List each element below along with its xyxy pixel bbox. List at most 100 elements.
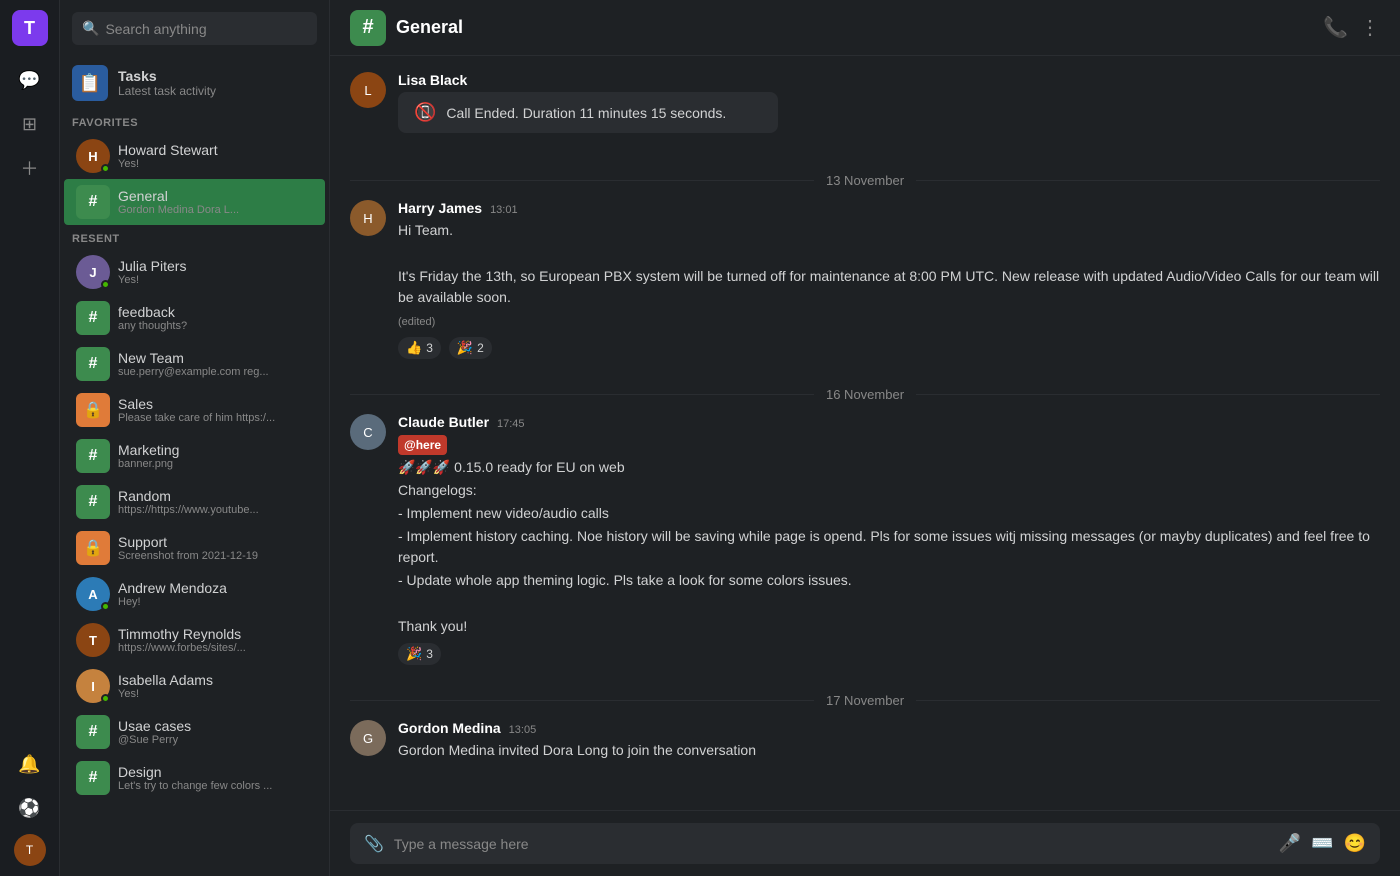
harry-avatar: H [350, 200, 386, 236]
timmothy-avatar: T [76, 623, 110, 657]
sidebar-item-marketing[interactable]: # Marketing banner.png [64, 433, 325, 479]
search-box: 🔍 [60, 0, 329, 57]
sidebar-item-random[interactable]: # Random https://https://www.youtube... [64, 479, 325, 525]
keyboard-icon[interactable]: ⌨️ [1311, 833, 1333, 854]
support-lock-icon: 🔒 [76, 531, 110, 565]
tasks-text: Tasks Latest task activity [118, 68, 216, 98]
tasks-item[interactable]: 📋 Tasks Latest task activity [60, 57, 329, 109]
date-line-left-3 [350, 700, 814, 701]
date-line-right [916, 180, 1380, 181]
gordon-time: 13:05 [509, 724, 537, 736]
sidebar-item-howard[interactable]: H Howard Stewart Yes! [64, 133, 325, 179]
isabella-text: Isabella Adams Yes! [118, 672, 213, 700]
claude-text: @here 🚀🚀🚀 0.15.0 ready for EU on web Cha… [398, 434, 1380, 637]
lisa-header: Lisa Black [398, 72, 1380, 88]
nav-chat-icon[interactable]: 💬 [12, 62, 48, 98]
search-input[interactable] [105, 21, 307, 37]
tasks-subtitle: Latest task activity [118, 84, 216, 98]
date-line-right-3 [916, 700, 1380, 701]
nav-plus-icon[interactable]: ＋ [12, 150, 48, 186]
party-reaction[interactable]: 🎉 2 [449, 337, 492, 359]
general-text: General Gordon Medina Dora L... [118, 188, 239, 216]
sidebar-item-newteam[interactable]: # New Team sue.perry@example.com reg... [64, 341, 325, 387]
channel-sidebar: 🔍 📋 Tasks Latest task activity FAVORITES… [60, 0, 330, 876]
sidebar-item-julia[interactable]: J Julia Piters Yes! [64, 249, 325, 295]
sidebar-item-usecases[interactable]: # Usae cases @Sue Perry [64, 709, 325, 755]
date-divider-16nov: 16 November [350, 387, 1380, 402]
sidebar-item-isabella[interactable]: I Isabella Adams Yes! [64, 663, 325, 709]
lisa-content: Lisa Black 📵 Call Ended. Duration 11 min… [398, 72, 1380, 145]
usecases-text: Usae cases @Sue Perry [118, 718, 191, 746]
harry-message-block: H Harry James 13:01 Hi Team. It's Friday… [350, 200, 1380, 359]
claude-time: 17:45 [497, 418, 525, 430]
sidebar-item-feedback[interactable]: # feedback any thoughts? [64, 295, 325, 341]
harry-reactions: 👍 3 🎉 2 [398, 337, 1380, 359]
message-input[interactable] [394, 836, 1269, 852]
claude-content: Claude Butler 17:45 @here 🚀🚀🚀 0.15.0 rea… [398, 414, 1380, 665]
tasks-icon: 📋 [72, 65, 108, 101]
party-emoji: 🎉 [457, 340, 473, 356]
date-divider-13nov: 13 November [350, 173, 1380, 188]
harry-header: Harry James 13:01 [398, 200, 1380, 216]
gordon-username: Gordon Medina [398, 720, 501, 736]
gordon-message-block: G Gordon Medina 13:05 Gordon Medina invi… [350, 720, 1380, 763]
random-text: Random https://https://www.youtube... [118, 488, 259, 516]
more-icon[interactable]: ⋮ [1360, 15, 1380, 40]
feedback-text: feedback any thoughts? [118, 304, 187, 332]
claude-username: Claude Butler [398, 414, 489, 430]
sidebar-item-support[interactable]: 🔒 Support Screenshot from 2021-12-19 [64, 525, 325, 571]
phone-icon[interactable]: 📞 [1323, 15, 1348, 40]
harry-time: 13:01 [490, 204, 518, 216]
emoji-icon[interactable]: 😊 [1344, 833, 1366, 854]
usecases-hash-icon: # [76, 715, 110, 749]
sidebar-item-design[interactable]: # Design Let's try to change few colors … [64, 755, 325, 801]
date-line-left-2 [350, 394, 814, 395]
search-input-wrap[interactable]: 🔍 [72, 12, 317, 45]
favorites-label: FAVORITES [60, 109, 329, 133]
claude-reactions: 🎉 3 [398, 643, 1380, 665]
harry-content: Harry James 13:01 Hi Team. It's Friday t… [398, 200, 1380, 359]
user-avatar-bottom[interactable]: T [14, 834, 46, 866]
claude-party-emoji: 🎉 [406, 646, 422, 662]
andrew-avatar: A [76, 577, 110, 611]
date-line-left [350, 180, 814, 181]
sidebar-item-timmothy[interactable]: T Timmothy Reynolds https://www.forbes/s… [64, 617, 325, 663]
chat-title: General [396, 17, 463, 38]
at-here-badge: @here [398, 435, 447, 455]
claude-party-reaction[interactable]: 🎉 3 [398, 643, 441, 665]
nav-bell-icon[interactable]: 🔔 [12, 746, 48, 782]
messages-area: L Lisa Black 📵 Call Ended. Duration 11 m… [330, 56, 1400, 810]
mic-icon[interactable]: 🎤 [1279, 833, 1301, 854]
newteam-hash-icon: # [76, 347, 110, 381]
gordon-content: Gordon Medina 13:05 Gordon Medina invite… [398, 720, 1380, 763]
date-divider-17nov: 17 November [350, 693, 1380, 708]
attach-icon[interactable]: 📎 [364, 834, 384, 854]
nav-soccer-icon[interactable]: ⚽ [12, 790, 48, 826]
logo-button[interactable]: T [12, 10, 48, 46]
recent-label: RESENT [60, 225, 329, 249]
search-icon: 🔍 [82, 20, 99, 37]
call-ended-box: 📵 Call Ended. Duration 11 minutes 15 sec… [398, 92, 778, 133]
nav-grid-icon[interactable]: ⊞ [12, 106, 48, 142]
support-text: Support Screenshot from 2021-12-19 [118, 534, 258, 562]
julia-text: Julia Piters Yes! [118, 258, 186, 286]
thumbs-up-reaction[interactable]: 👍 3 [398, 337, 441, 359]
party-count: 2 [477, 341, 484, 355]
date-label-13nov: 13 November [826, 173, 904, 188]
sidebar-item-andrew[interactable]: A Andrew Mendoza Hey! [64, 571, 325, 617]
marketing-text: Marketing banner.png [118, 442, 179, 470]
sales-lock-icon: 🔒 [76, 393, 110, 427]
sidebar-item-general[interactable]: # General Gordon Medina Dora L... [64, 179, 325, 225]
design-hash-icon: # [76, 761, 110, 795]
message-input-wrap: 📎 🎤 ⌨️ 😊 [350, 823, 1380, 864]
claude-avatar: C [350, 414, 386, 450]
gordon-text: Gordon Medina invited Dora Long to join … [398, 740, 1380, 761]
marketing-hash-icon: # [76, 439, 110, 473]
date-label-17nov: 17 November [826, 693, 904, 708]
newteam-text: New Team sue.perry@example.com reg... [118, 350, 269, 378]
lisa-message-block: L Lisa Black 📵 Call Ended. Duration 11 m… [350, 72, 1380, 145]
sidebar-item-sales[interactable]: 🔒 Sales Please take care of him https:/.… [64, 387, 325, 433]
lisa-avatar: L [350, 72, 386, 108]
tasks-title: Tasks [118, 68, 216, 84]
chat-main: # General 📞 ⋮ L Lisa Black 📵 Call Ended.… [330, 0, 1400, 876]
